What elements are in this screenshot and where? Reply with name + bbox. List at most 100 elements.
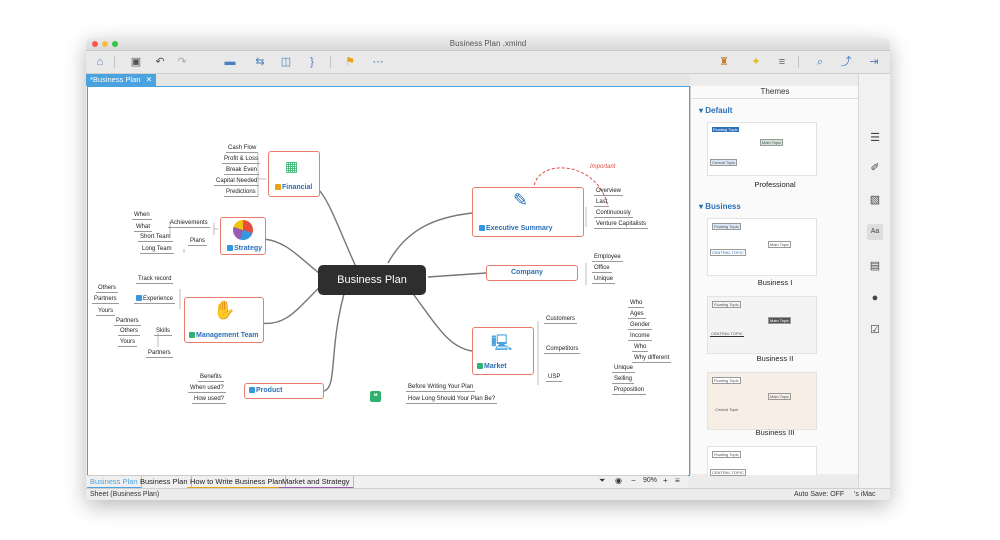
list-item[interactable]: Selling — [612, 375, 635, 384]
list-item[interactable]: Profit & Loss — [222, 155, 261, 164]
list-item[interactable]: Gender — [628, 321, 653, 330]
close-tab-icon[interactable]: ✕ — [146, 74, 152, 86]
list-item[interactable]: Unique — [592, 275, 616, 284]
list-item[interactable]: Benefits — [198, 373, 224, 382]
section-default[interactable]: ▾ Default — [699, 106, 732, 115]
list-item[interactable]: What — [134, 223, 153, 232]
document-tab[interactable]: *Business Plan ✕ — [86, 74, 156, 86]
product-topic[interactable]: Product — [244, 383, 324, 399]
sheet-tab[interactable]: Business Plan — [137, 476, 192, 487]
list-item[interactable]: Partners — [92, 295, 119, 304]
theme-business-4[interactable]: Floating Topic CENTRAL TOPIC — [707, 446, 817, 476]
eye-icon[interactable]: ◉ — [615, 476, 622, 485]
list-item[interactable]: Unique — [612, 364, 636, 373]
filter-icon[interactable]: ⏷ — [599, 476, 605, 486]
autosave-status[interactable]: Auto Save: OFF — [794, 489, 844, 500]
list-item[interactable]: Ages — [628, 310, 646, 319]
list-item[interactable]: Experience — [134, 295, 176, 304]
strategy-topic[interactable]: Strategy — [220, 217, 266, 255]
theme-business-1[interactable]: Floating Topic CENTRAL TOPIC Main Topic — [707, 218, 817, 276]
brush-icon[interactable]: ✐ — [867, 160, 883, 176]
list-item[interactable]: Short Team — [138, 233, 173, 242]
list-item[interactable]: Continuously — [594, 209, 633, 218]
user-status: 's iMac — [854, 491, 876, 498]
list-item[interactable]: Others — [118, 327, 141, 336]
list-item[interactable]: Why different — [632, 354, 672, 363]
document-tabs: *Business Plan ✕ — [86, 74, 690, 86]
format-icon[interactable]: ☰ — [867, 130, 883, 146]
more-options-icon[interactable]: ⋯ — [370, 55, 386, 69]
list-item[interactable]: Last — [594, 198, 610, 207]
list-item[interactable]: Employee — [592, 253, 623, 262]
save-icon[interactable]: ▣ — [128, 55, 144, 69]
executive-summary-topic[interactable]: ✎ Executive Summary — [472, 187, 584, 237]
zoom-in-button[interactable]: + — [663, 476, 668, 485]
outliner-icon[interactable]: ≡ — [774, 55, 790, 69]
notes-icon[interactable]: ▤ — [867, 258, 883, 274]
list-item[interactable]: Others — [96, 284, 119, 293]
theme-business-3[interactable]: Floating Topic Central Topic Main Topic — [707, 372, 817, 430]
list-item[interactable]: Partners — [146, 349, 173, 358]
list-item[interactable]: Competitors — [544, 345, 581, 354]
list-item[interactable]: Plans — [188, 237, 208, 246]
list-item[interactable]: Yours — [118, 338, 138, 347]
task-icon[interactable]: ☑ — [867, 322, 883, 338]
image-icon[interactable]: ▧ — [867, 192, 883, 208]
list-item[interactable]: USP — [546, 373, 563, 382]
list-item[interactable]: Skills — [154, 327, 173, 336]
important-callout[interactable]: Important — [588, 163, 617, 171]
company-label: Company — [511, 269, 543, 276]
list-item[interactable]: When — [132, 211, 152, 220]
company-topic[interactable]: Company — [486, 265, 578, 281]
list-item[interactable]: Achievements — [168, 219, 210, 228]
list-item[interactable]: Proposition — [612, 386, 647, 395]
central-topic[interactable]: Business Plan — [318, 265, 426, 295]
list-item[interactable]: Customers — [544, 315, 578, 324]
share-icon[interactable]: ⤴ — [838, 55, 854, 69]
management-team-topic[interactable]: ✋ Management Team — [184, 297, 264, 343]
presentation-icon[interactable]: ♜ — [716, 55, 732, 69]
lightbulb-icon[interactable]: ✦ — [748, 55, 764, 69]
section-business[interactable]: ▾ Business — [699, 202, 741, 211]
list-item[interactable]: Overview — [594, 187, 624, 196]
boundary-icon[interactable]: ◫ — [278, 55, 294, 69]
theme-business-2[interactable]: Floating Topic CENTRAL TOPIC Main Topic — [707, 296, 817, 354]
market-topic[interactable]: 🖳 Market — [472, 327, 534, 375]
search-icon[interactable]: ⌕ — [812, 55, 828, 69]
export-icon[interactable]: ⇥ — [866, 55, 882, 69]
list-item[interactable]: Who — [632, 343, 649, 352]
quote-icon[interactable]: ❝ — [370, 391, 381, 402]
floating-topic[interactable]: Before Writing Your Plan — [406, 383, 476, 392]
list-item[interactable]: Partners — [114, 317, 141, 326]
marker-flag-icon[interactable]: ⚑ — [342, 55, 358, 69]
comments-icon[interactable]: ● — [867, 290, 883, 306]
undo-icon[interactable]: ↶ — [152, 55, 168, 69]
home-icon[interactable]: ⌂ — [92, 55, 108, 69]
topic-style-icon[interactable]: ▬ — [222, 55, 238, 69]
summary-icon[interactable]: } — [304, 55, 320, 69]
relationship-icon[interactable]: ⇆ — [252, 55, 268, 69]
list-item[interactable]: Long Team — [140, 245, 174, 254]
title-bar: Business Plan .xmind — [86, 38, 890, 51]
list-item[interactable]: When used? — [188, 384, 226, 393]
theme-professional[interactable]: Floating Topic Central Topic Main Topic — [707, 122, 817, 176]
floating-topic[interactable]: How Long Should Your Plan Be? — [406, 395, 498, 404]
list-item[interactable]: Predictions — [224, 188, 258, 197]
financial-topic[interactable]: ▦ Financial — [268, 151, 320, 197]
list-item[interactable]: Track record — [136, 275, 174, 284]
list-item[interactable]: How used? — [192, 395, 227, 404]
list-item[interactable]: Capital Needed — [214, 177, 260, 186]
menu-icon[interactable]: ≡ — [675, 476, 680, 485]
list-item[interactable]: Office — [592, 264, 612, 273]
list-item[interactable]: Who — [628, 299, 645, 308]
list-item[interactable]: Cash Flow — [226, 144, 259, 153]
zoom-out-button[interactable]: − — [631, 476, 636, 485]
list-item[interactable]: Income — [628, 332, 652, 341]
themes-icon[interactable]: Aa — [867, 224, 883, 240]
redo-icon[interactable]: ↷ — [174, 55, 190, 69]
list-item[interactable]: Venture Capitalists — [594, 220, 649, 229]
list-item[interactable]: Yours — [96, 307, 116, 316]
theme-name: Business III — [755, 428, 795, 437]
list-item[interactable]: Break Even — [224, 166, 260, 175]
mind-map-canvas[interactable]: Business Plan ▦ Financial Cash Flow Prof… — [87, 86, 690, 476]
